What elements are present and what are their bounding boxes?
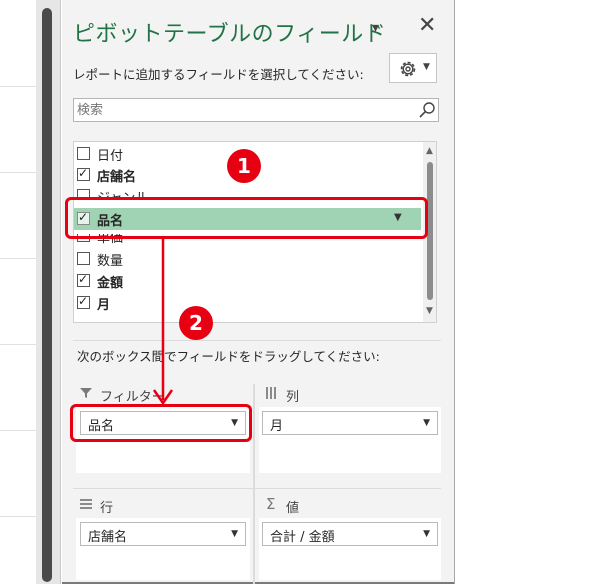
scroll-up-icon[interactable]: ▲ bbox=[426, 146, 433, 156]
scroll-down-icon[interactable]: ▼ bbox=[426, 306, 433, 316]
callout-badge-1: 1 bbox=[227, 149, 261, 183]
field-row-month[interactable]: 月 bbox=[74, 293, 419, 313]
field-row-amount[interactable]: 金額 bbox=[74, 271, 419, 291]
annotation-frame-field bbox=[65, 197, 428, 239]
rows-area-label: 行 bbox=[100, 501, 114, 516]
values-field-label: 合計 / 金額 bbox=[270, 530, 335, 545]
pane-title: ピボットテーブルのフィールド bbox=[73, 22, 387, 47]
rows-drop-zone[interactable]: 店舗名 ▼ bbox=[76, 518, 250, 580]
search-input[interactable] bbox=[75, 100, 409, 120]
worksheet-area bbox=[0, 0, 37, 584]
chevron-down-icon[interactable]: ▼ bbox=[423, 529, 430, 539]
rows-field-pill[interactable]: 店舗名 ▼ bbox=[80, 522, 246, 546]
area-separator-vertical bbox=[253, 384, 255, 584]
search-box[interactable] bbox=[73, 98, 439, 122]
values-field-pill[interactable]: 合計 / 金額 ▼ bbox=[262, 522, 438, 546]
columns-drop-zone[interactable]: 月 ▼ bbox=[259, 407, 441, 473]
rows-icon bbox=[80, 499, 92, 509]
drag-fields-label: 次のボックス間でフィールドをドラッグしてください: bbox=[77, 349, 380, 364]
close-icon[interactable]: ✕ bbox=[418, 13, 436, 38]
field-checkbox[interactable] bbox=[77, 147, 90, 160]
sheet-scrollbar-thumb[interactable] bbox=[42, 8, 52, 582]
chevron-down-icon: ▼ bbox=[423, 62, 430, 72]
values-drop-zone[interactable]: 合計 / 金額 ▼ bbox=[259, 518, 441, 580]
field-checkbox[interactable] bbox=[77, 252, 90, 265]
section-divider bbox=[73, 340, 441, 341]
field-label: 日付 bbox=[97, 149, 124, 164]
field-row-quantity[interactable]: 数量 bbox=[74, 249, 419, 269]
field-label: 月 bbox=[97, 298, 111, 313]
columns-field-label: 月 bbox=[270, 419, 284, 434]
columns-icon bbox=[266, 387, 276, 399]
chevron-down-icon[interactable]: ▼ bbox=[231, 529, 238, 539]
field-checkbox[interactable] bbox=[77, 294, 90, 309]
area-separator-horizontal bbox=[73, 488, 441, 489]
filter-icon bbox=[80, 388, 92, 398]
tools-button[interactable]: ▼ bbox=[389, 53, 437, 83]
chevron-down-icon[interactable]: ▼ bbox=[423, 418, 430, 428]
annotation-frame-filter bbox=[70, 404, 252, 442]
search-icon[interactable] bbox=[418, 101, 436, 119]
columns-area-label: 列 bbox=[286, 390, 300, 405]
field-label: 数量 bbox=[97, 254, 124, 269]
field-checkbox[interactable] bbox=[77, 272, 90, 287]
rows-field-label: 店舗名 bbox=[88, 530, 128, 545]
columns-field-pill[interactable]: 月 ▼ bbox=[262, 411, 438, 435]
pane-options-chevron-icon[interactable]: ▾ bbox=[372, 20, 379, 36]
field-checkbox[interactable] bbox=[77, 166, 90, 181]
field-label: 金額 bbox=[97, 276, 124, 291]
callout-badge-2: 2 bbox=[179, 306, 213, 340]
field-label: 店舗名 bbox=[97, 170, 137, 185]
choose-fields-label: レポートに追加するフィールドを選択してください: bbox=[73, 67, 364, 82]
sigma-icon: Σ bbox=[266, 495, 276, 513]
drag-arrow-icon bbox=[152, 236, 174, 406]
values-area-label: 値 bbox=[286, 501, 300, 516]
gear-icon bbox=[400, 61, 416, 77]
